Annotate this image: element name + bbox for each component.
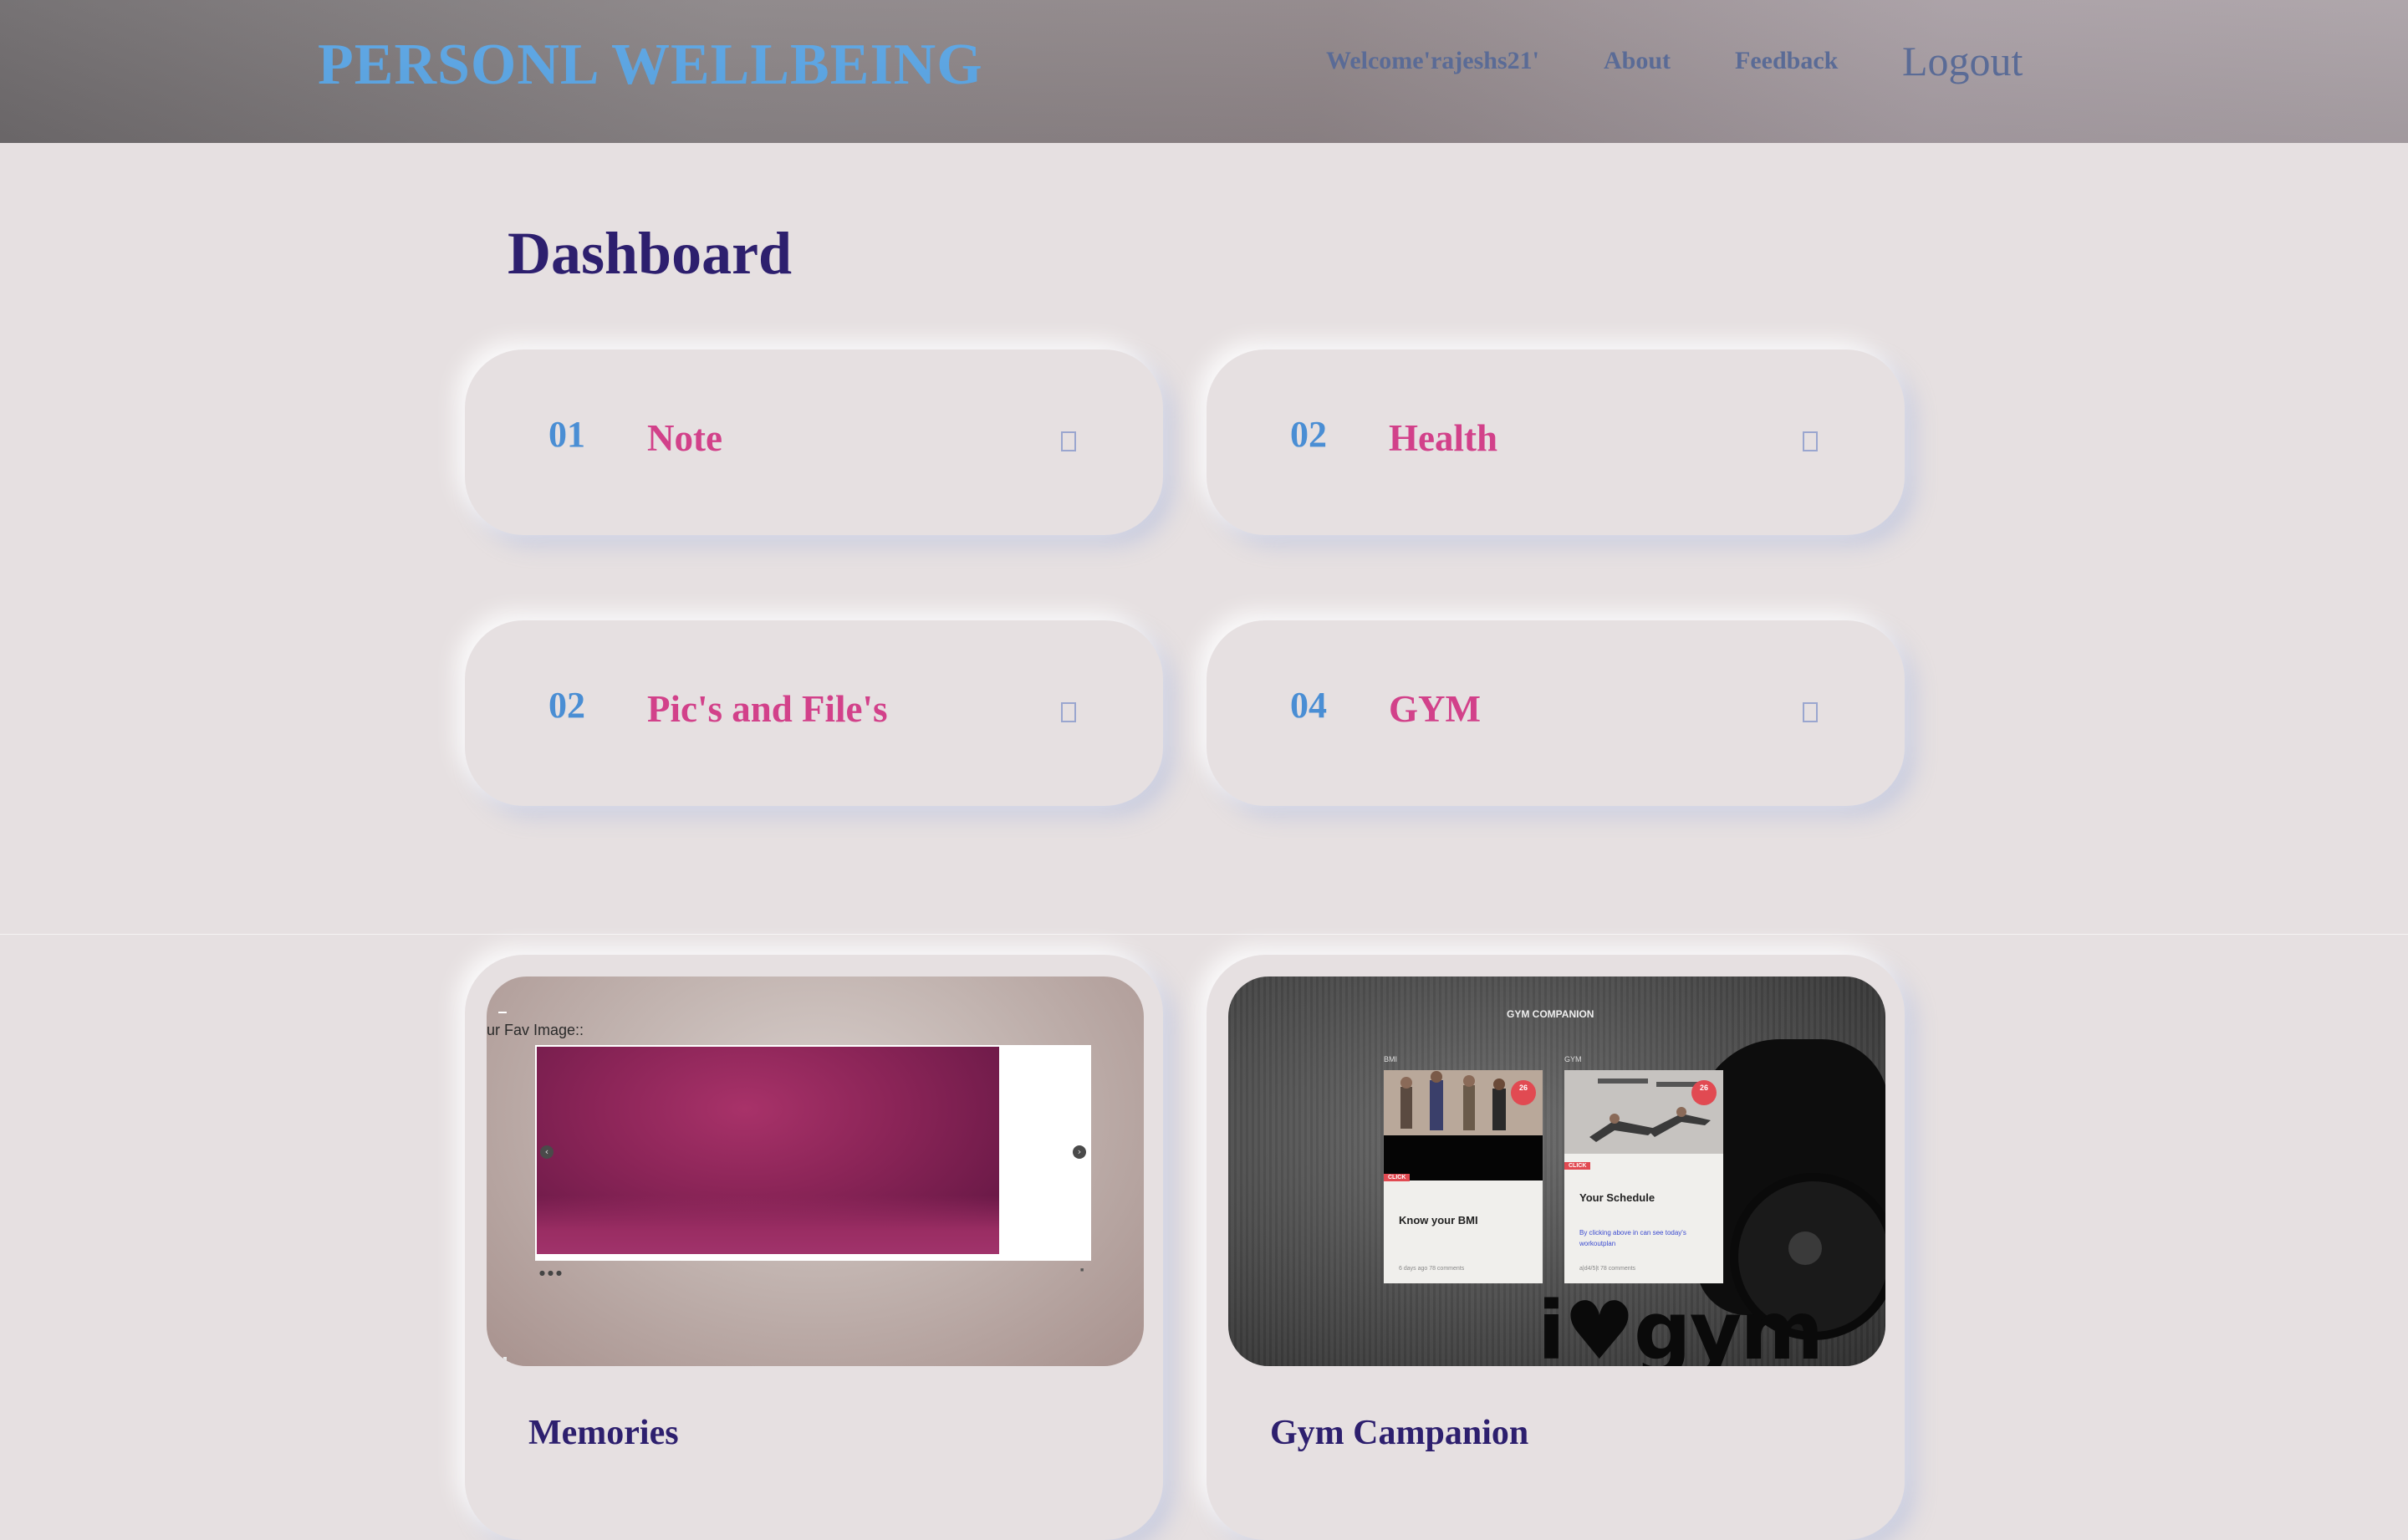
gym-preview: i♥gym GYM COMPANION BMI 26 CLICK Know yo…	[1228, 977, 1885, 1366]
nav-logout[interactable]: Logout	[1902, 37, 2023, 85]
click-tag: CLICK	[1564, 1162, 1591, 1170]
tile-meta: 6 days ago 78 comments	[1399, 1266, 1465, 1272]
nav-welcome[interactable]: Welcome'rajeshs21'	[1326, 47, 1539, 75]
credit-tag: ​	[503, 1357, 507, 1363]
click-tag: CLICK	[1384, 1174, 1411, 1181]
carousel-image	[537, 1047, 999, 1254]
tile-number: 02	[1290, 414, 1327, 455]
tile-label: GYM	[1389, 688, 1481, 730]
card-title: Memories	[528, 1414, 679, 1452]
arrow-icon[interactable]	[1061, 702, 1076, 722]
preview-tile-bmi: 26 CLICK Know your BMI 6 days ago 78 com…	[1384, 1070, 1543, 1283]
arrow-icon[interactable]	[1803, 431, 1818, 451]
chevron-left-icon: ‹	[540, 1145, 554, 1159]
card-gym-companion[interactable]: i♥gym GYM COMPANION BMI 26 CLICK Know yo…	[1207, 955, 1905, 1540]
tile-health[interactable]: 02 Health	[1207, 349, 1905, 535]
tile-category: GYM	[1564, 1055, 1582, 1063]
gym-logo: i♥gym	[1538, 1284, 1824, 1366]
header: PERSONL WELLBEING Welcome'rajeshs21' Abo…	[0, 0, 2408, 143]
tile-label: Note	[647, 417, 722, 459]
arrow-icon[interactable]	[1803, 702, 1818, 722]
tile-title: Know your BMI	[1399, 1214, 1478, 1226]
brand-title[interactable]: PERSONL WELLBEING	[318, 32, 983, 99]
nav-about[interactable]: About	[1604, 47, 1671, 75]
tile-number: 04	[1290, 685, 1327, 726]
nav-feedback[interactable]: Feedback	[1735, 47, 1838, 75]
card-title: Gym Campanion	[1270, 1414, 1529, 1452]
memories-preview: ur Fav Image:: ‹ › ●●● ■ ​	[487, 977, 1144, 1366]
carousel-dots: ●●●	[539, 1269, 564, 1277]
chevron-right-icon: ›	[1073, 1145, 1086, 1159]
page-title: Dashboard	[508, 220, 793, 287]
tile-category: BMI	[1384, 1055, 1398, 1063]
tile-note[interactable]: 01 Note	[465, 349, 1163, 535]
tile-label: Pic's and File's	[647, 688, 888, 730]
arrow-icon[interactable]	[1061, 431, 1076, 451]
tile-title: Your Schedule	[1579, 1191, 1656, 1204]
tile-label: Health	[1389, 417, 1497, 459]
tile-meta: a|d4/5|t 78 comments	[1579, 1266, 1636, 1272]
section-divider	[0, 934, 2408, 935]
menu-icon	[498, 1012, 507, 1013]
preview-heading: GYM COMPANION	[1507, 1008, 1594, 1020]
tile-number: 02	[548, 685, 585, 726]
date-badge: 26	[1691, 1080, 1717, 1105]
tile-number: 01	[548, 414, 585, 455]
card-memories[interactable]: ur Fav Image:: ‹ › ●●● ■ ​ Memories	[465, 955, 1163, 1540]
preview-tile-schedule: 26 CLICK Your Schedule By clicking above…	[1564, 1070, 1723, 1283]
pager-icon: ■	[1080, 1267, 1084, 1273]
image-carousel: ‹ ›	[535, 1045, 1091, 1261]
date-badge: 26	[1511, 1080, 1536, 1105]
tile-gym[interactable]: 04 GYM	[1207, 620, 1905, 806]
tile-pics-files[interactable]: 02 Pic's and File's	[465, 620, 1163, 806]
preview-caption: ur Fav Image::	[487, 1022, 584, 1038]
tile-description: By clicking above in can see today's wor…	[1579, 1229, 1686, 1247]
